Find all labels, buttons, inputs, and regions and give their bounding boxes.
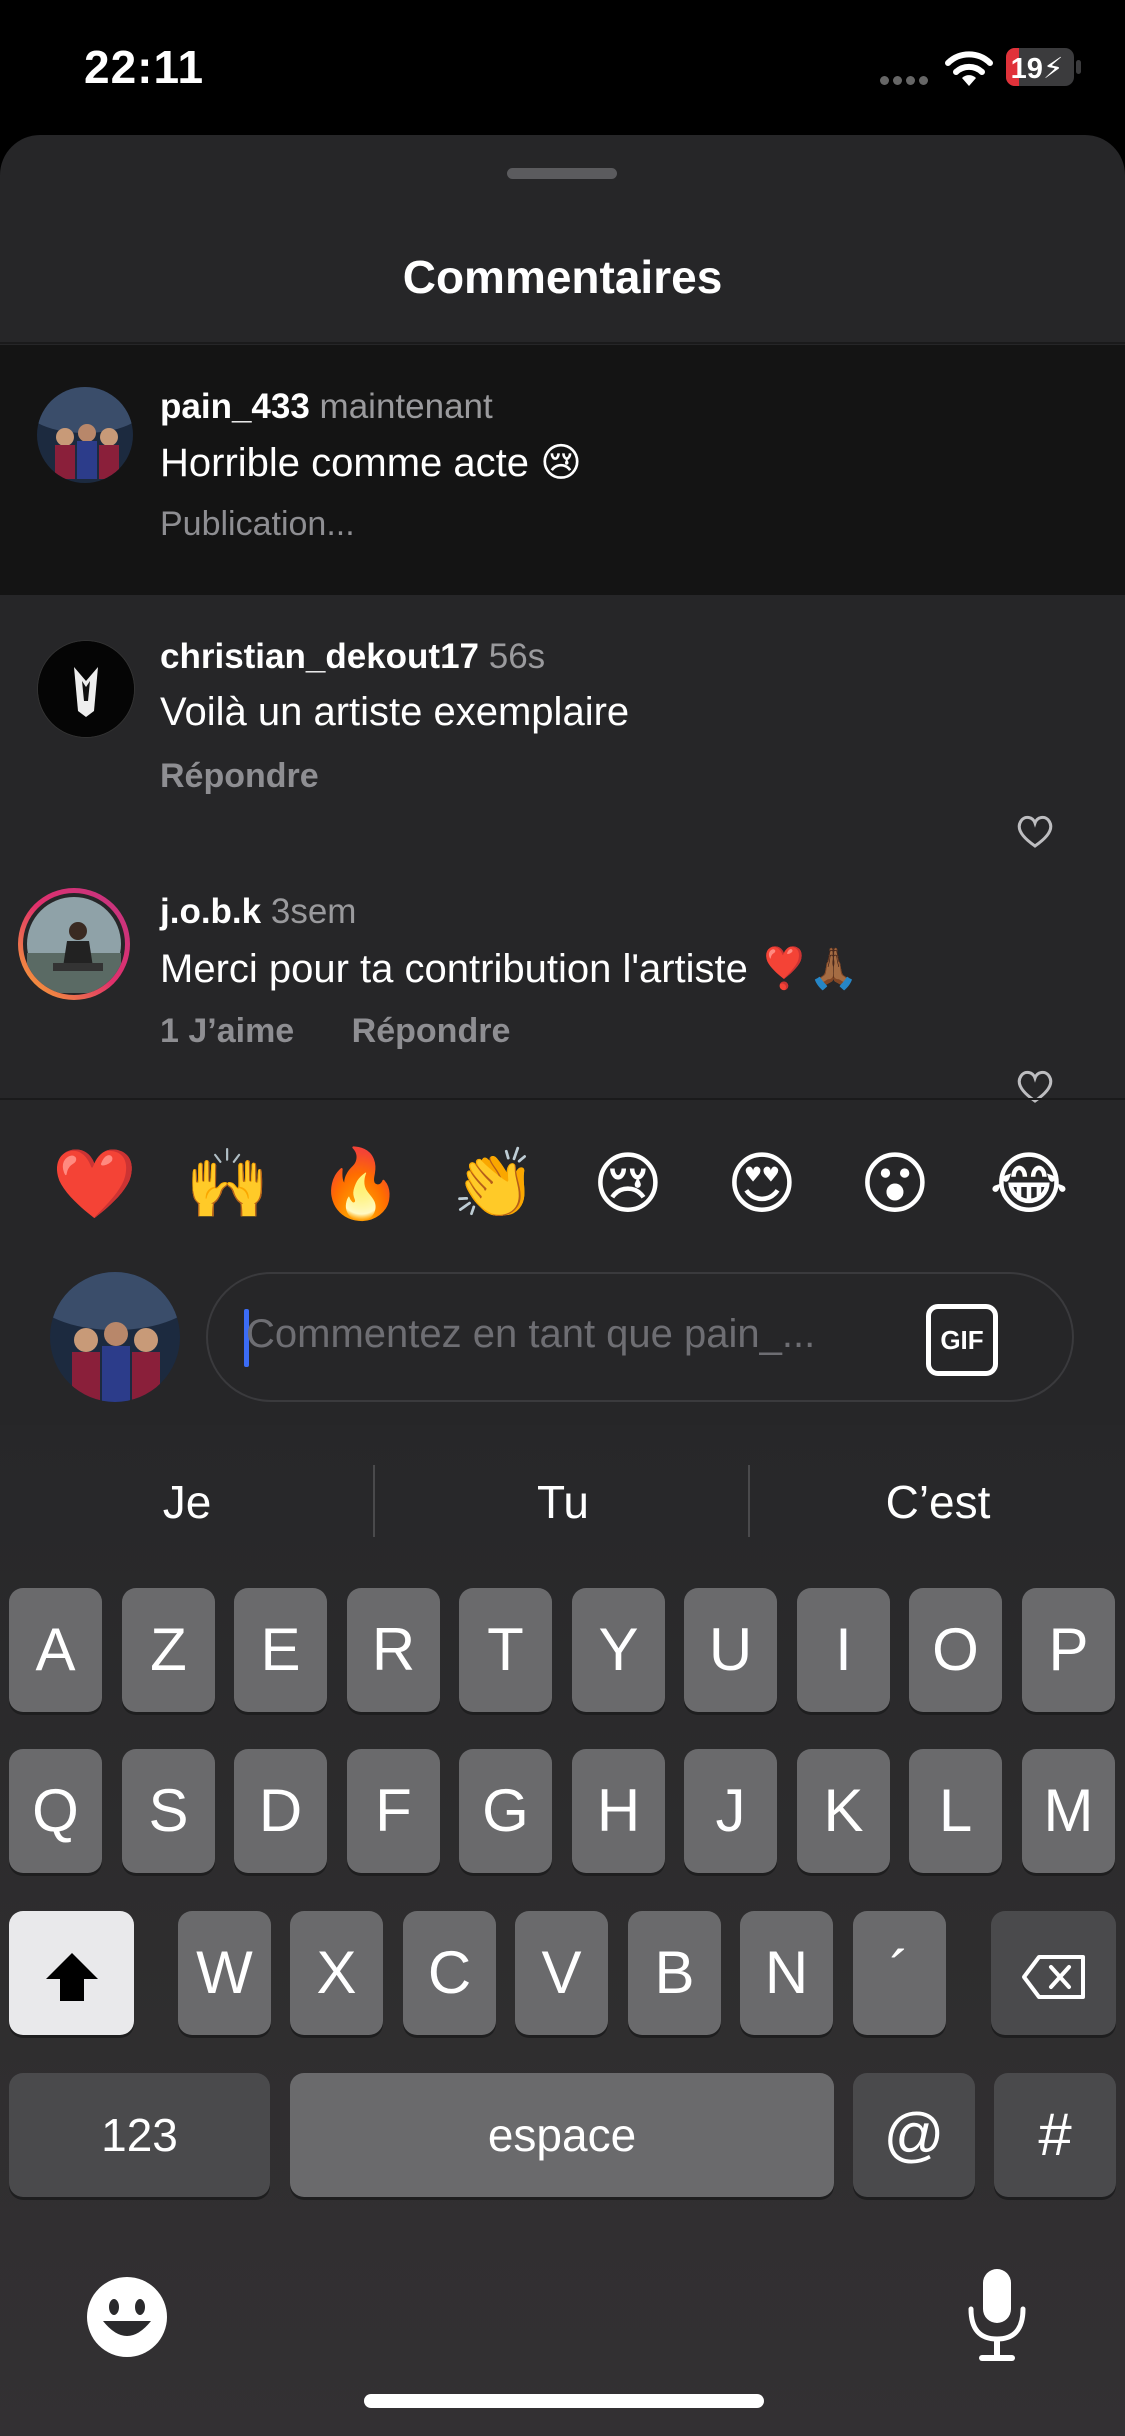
key-g[interactable]: G <box>459 1749 552 1873</box>
key-a[interactable]: A <box>9 1588 102 1712</box>
key-u[interactable]: U <box>684 1588 777 1712</box>
shift-key[interactable] <box>9 1911 134 2035</box>
key-c[interactable]: C <box>403 1911 496 2035</box>
key-p[interactable]: P <box>1022 1588 1115 1712</box>
key-x[interactable]: X <box>290 1911 383 2035</box>
microphone-icon[interactable] <box>965 2265 1029 2365</box>
emoji-keyboard-icon[interactable] <box>85 2275 169 2359</box>
shift-arrow-icon <box>45 1953 98 2002</box>
reply-button[interactable]: Répondre <box>352 1012 511 1050</box>
suggestion-1[interactable]: Je <box>0 1475 374 1529</box>
comment-username[interactable]: christian_dekout17 56s <box>160 637 545 677</box>
likes-count[interactable]: 1 J’aime <box>160 1012 294 1050</box>
composer-avatar <box>50 1272 180 1402</box>
key-b[interactable]: B <box>628 1911 721 2035</box>
wifi-icon <box>945 51 993 86</box>
key-m[interactable]: M <box>1022 1749 1115 1873</box>
reaction-raised-hands[interactable]: 🙌 <box>185 1142 270 1226</box>
battery-level: 19⚡ <box>1010 53 1064 85</box>
at-key[interactable]: @ <box>853 2073 975 2197</box>
key-w[interactable]: W <box>178 1911 271 2035</box>
like-heart-icon[interactable] <box>1015 813 1055 849</box>
suggestion-separator <box>373 1465 375 1537</box>
comment-input[interactable]: Commentez en tant que pain_... GIF <box>206 1272 1074 1402</box>
comment-username[interactable]: pain_433 maintenant <box>160 387 493 427</box>
comment-username[interactable]: j.o.b.k 3sem <box>160 892 356 932</box>
comment-text: Horrible comme acte 😢 <box>160 441 582 485</box>
key-k[interactable]: K <box>797 1749 890 1873</box>
reaction-surprised[interactable]: 😮 <box>853 1142 937 1226</box>
key-l[interactable]: L <box>909 1749 1002 1873</box>
reaction-crying[interactable]: 😢 <box>586 1142 670 1226</box>
backspace-key[interactable] <box>991 1911 1116 2035</box>
reaction-laughing[interactable]: 😂 <box>987 1142 1071 1226</box>
comment-item[interactable]: j.o.b.k 3sem Merci pour ta contribution … <box>0 850 1125 1105</box>
suggestion-3[interactable]: C’est <box>751 1475 1125 1529</box>
hash-key[interactable]: # <box>994 2073 1116 2197</box>
key-i[interactable]: I <box>797 1588 890 1712</box>
quick-reactions-bar: ❤️ 🙌 🔥 👏 😢 😍 😮 😂 <box>0 1142 1125 1292</box>
comment-item[interactable]: christian_dekout17 56s Voilà un artiste … <box>0 595 1125 850</box>
comment-actions: 1 J’aime Répondre <box>160 1012 510 1051</box>
key-y[interactable]: Y <box>572 1588 665 1712</box>
comment-text: Voilà un artiste exemplaire <box>160 690 630 734</box>
comment-text: Merci pour ta contribution l'artiste ❣️🙏… <box>160 947 859 991</box>
key-s[interactable]: S <box>122 1749 215 1873</box>
gif-button[interactable]: GIF <box>926 1304 998 1376</box>
key-f[interactable]: F <box>347 1749 440 1873</box>
reactions-divider <box>0 1098 1125 1100</box>
numbers-key[interactable]: 123 <box>9 2073 270 2197</box>
key-t[interactable]: T <box>459 1588 552 1712</box>
avatar[interactable] <box>37 640 135 738</box>
key-v[interactable]: V <box>515 1911 608 2035</box>
cellular-signal-icon <box>880 72 934 85</box>
reaction-clap[interactable]: 👏 <box>452 1142 537 1226</box>
comment-time: maintenant <box>319 387 493 426</box>
key-n[interactable]: N <box>740 1911 833 2035</box>
key-e[interactable]: E <box>234 1588 327 1712</box>
key-z[interactable]: Z <box>122 1588 215 1712</box>
key-o[interactable]: O <box>909 1588 1002 1712</box>
sheet-title: Commentaires <box>402 251 723 303</box>
reply-button[interactable]: Répondre <box>160 757 319 796</box>
key-h[interactable]: H <box>572 1749 665 1873</box>
status-bar: 22:11 19⚡ <box>0 0 1125 135</box>
comment-time: 56s <box>488 637 546 676</box>
comment-input-placeholder: Commentez en tant que pain_... <box>246 1312 816 1356</box>
comment-item-own[interactable]: pain_433 maintenant Horrible comme acte … <box>0 345 1125 595</box>
posting-status: Publication... <box>160 505 355 543</box>
home-indicator[interactable] <box>364 2394 764 2408</box>
comment-time: 3sem <box>270 892 357 931</box>
reaction-heart[interactable]: ❤️ <box>52 1142 137 1226</box>
suggestion-2[interactable]: Tu <box>376 1475 750 1529</box>
status-time: 22:11 <box>84 41 205 93</box>
suggestion-separator <box>748 1465 750 1537</box>
reaction-fire[interactable]: 🔥 <box>318 1142 403 1226</box>
backspace-icon <box>1021 1955 1085 2000</box>
key-j[interactable]: J <box>684 1749 777 1873</box>
battery-nub <box>1076 60 1081 74</box>
sheet-grabber[interactable] <box>507 168 617 179</box>
key-q[interactable]: Q <box>9 1749 102 1873</box>
key-accent[interactable]: ´ <box>853 1911 946 2035</box>
title-divider <box>0 342 1125 344</box>
battery-icon: 19⚡ <box>1006 48 1074 86</box>
avatar[interactable] <box>37 387 133 483</box>
reaction-heart-eyes[interactable]: 😍 <box>720 1142 804 1226</box>
key-r[interactable]: R <box>347 1588 440 1712</box>
avatar[interactable] <box>18 888 130 1000</box>
space-key[interactable]: espace <box>290 2073 834 2197</box>
key-d[interactable]: D <box>234 1749 327 1873</box>
